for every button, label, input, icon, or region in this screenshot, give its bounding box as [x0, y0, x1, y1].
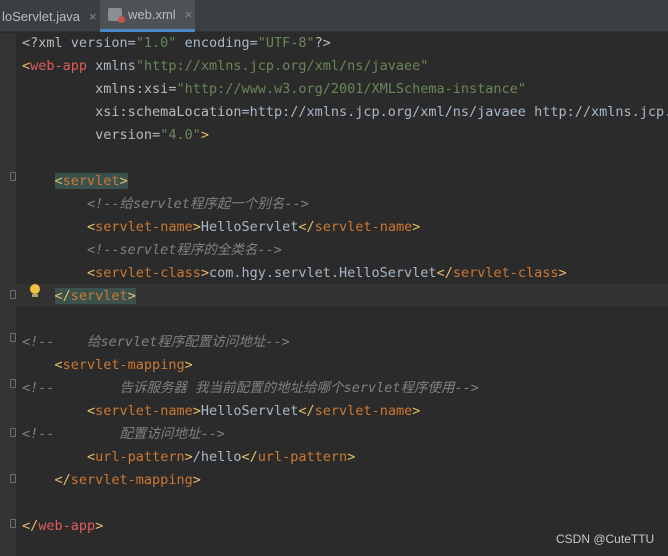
close-icon[interactable]: ×: [89, 9, 97, 24]
code-line[interactable]: xsi:schemaLocation=http://xmlns.jcp.org/…: [22, 101, 668, 124]
code-line[interactable]: <servlet-mapping>: [22, 354, 193, 377]
code-line[interactable]: xmlns:xsi="http://www.w3.org/2001/XMLSch…: [22, 78, 526, 101]
fold-marker-icon[interactable]: [10, 428, 16, 437]
code-line[interactable]: <!-- 配置访问地址-->: [22, 423, 225, 446]
code-line[interactable]: <servlet-name>HelloServlet</servlet-name…: [22, 400, 420, 423]
code-line[interactable]: <url-pattern>/hello</url-pattern>: [22, 446, 355, 469]
code-line[interactable]: <servlet-class>com.hgy.servlet.HelloServ…: [22, 262, 567, 285]
fold-marker-icon[interactable]: [10, 474, 16, 483]
fold-marker-icon[interactable]: [10, 519, 16, 528]
xml-file-icon: [108, 8, 125, 23]
tab-label: loServlet.java: [2, 8, 81, 24]
tab-label: web.xml: [128, 7, 176, 22]
code-line[interactable]: <!--servlet程序的全类名-->: [22, 239, 282, 262]
close-icon[interactable]: ×: [185, 7, 193, 22]
code-line[interactable]: <!-- 告诉服务器 我当前配置的地址给哪个servlet程序使用-->: [22, 377, 479, 400]
code-line[interactable]: <!-- 给servlet程序配置访问地址-->: [22, 331, 290, 354]
code-line[interactable]: version="4.0">: [22, 124, 209, 147]
matched-tag-highlight: </servlet>: [54, 288, 136, 304]
code-line[interactable]: <servlet>: [22, 170, 128, 193]
matched-tag-highlight: <servlet>: [54, 173, 128, 189]
code-line[interactable]: <!--给servlet程序起一个别名-->: [22, 193, 309, 216]
watermark: CSDN @CuteTTU: [556, 532, 655, 546]
code-line[interactable]: </web-app>: [22, 515, 103, 538]
tab-web-xml[interactable]: web.xml ×: [100, 0, 195, 32]
editor-tab-bar: loServlet.java × web.xml ×: [0, 0, 668, 32]
code-line[interactable]: <servlet-name>HelloServlet</servlet-name…: [22, 216, 420, 239]
code-line[interactable]: <web-app xmlns"http://xmlns.jcp.org/xml/…: [22, 55, 428, 78]
code-line[interactable]: </servlet-mapping>: [22, 469, 201, 492]
code-line[interactable]: <?xml version="1.0" encoding="UTF-8"?>: [22, 32, 331, 55]
code-line[interactable]: </servlet>: [22, 285, 136, 308]
tab-helloservlet-java[interactable]: loServlet.java ×: [0, 0, 100, 32]
fold-marker-icon[interactable]: [10, 333, 16, 342]
fold-marker-icon[interactable]: [10, 379, 16, 388]
fold-marker-icon[interactable]: [10, 172, 16, 181]
